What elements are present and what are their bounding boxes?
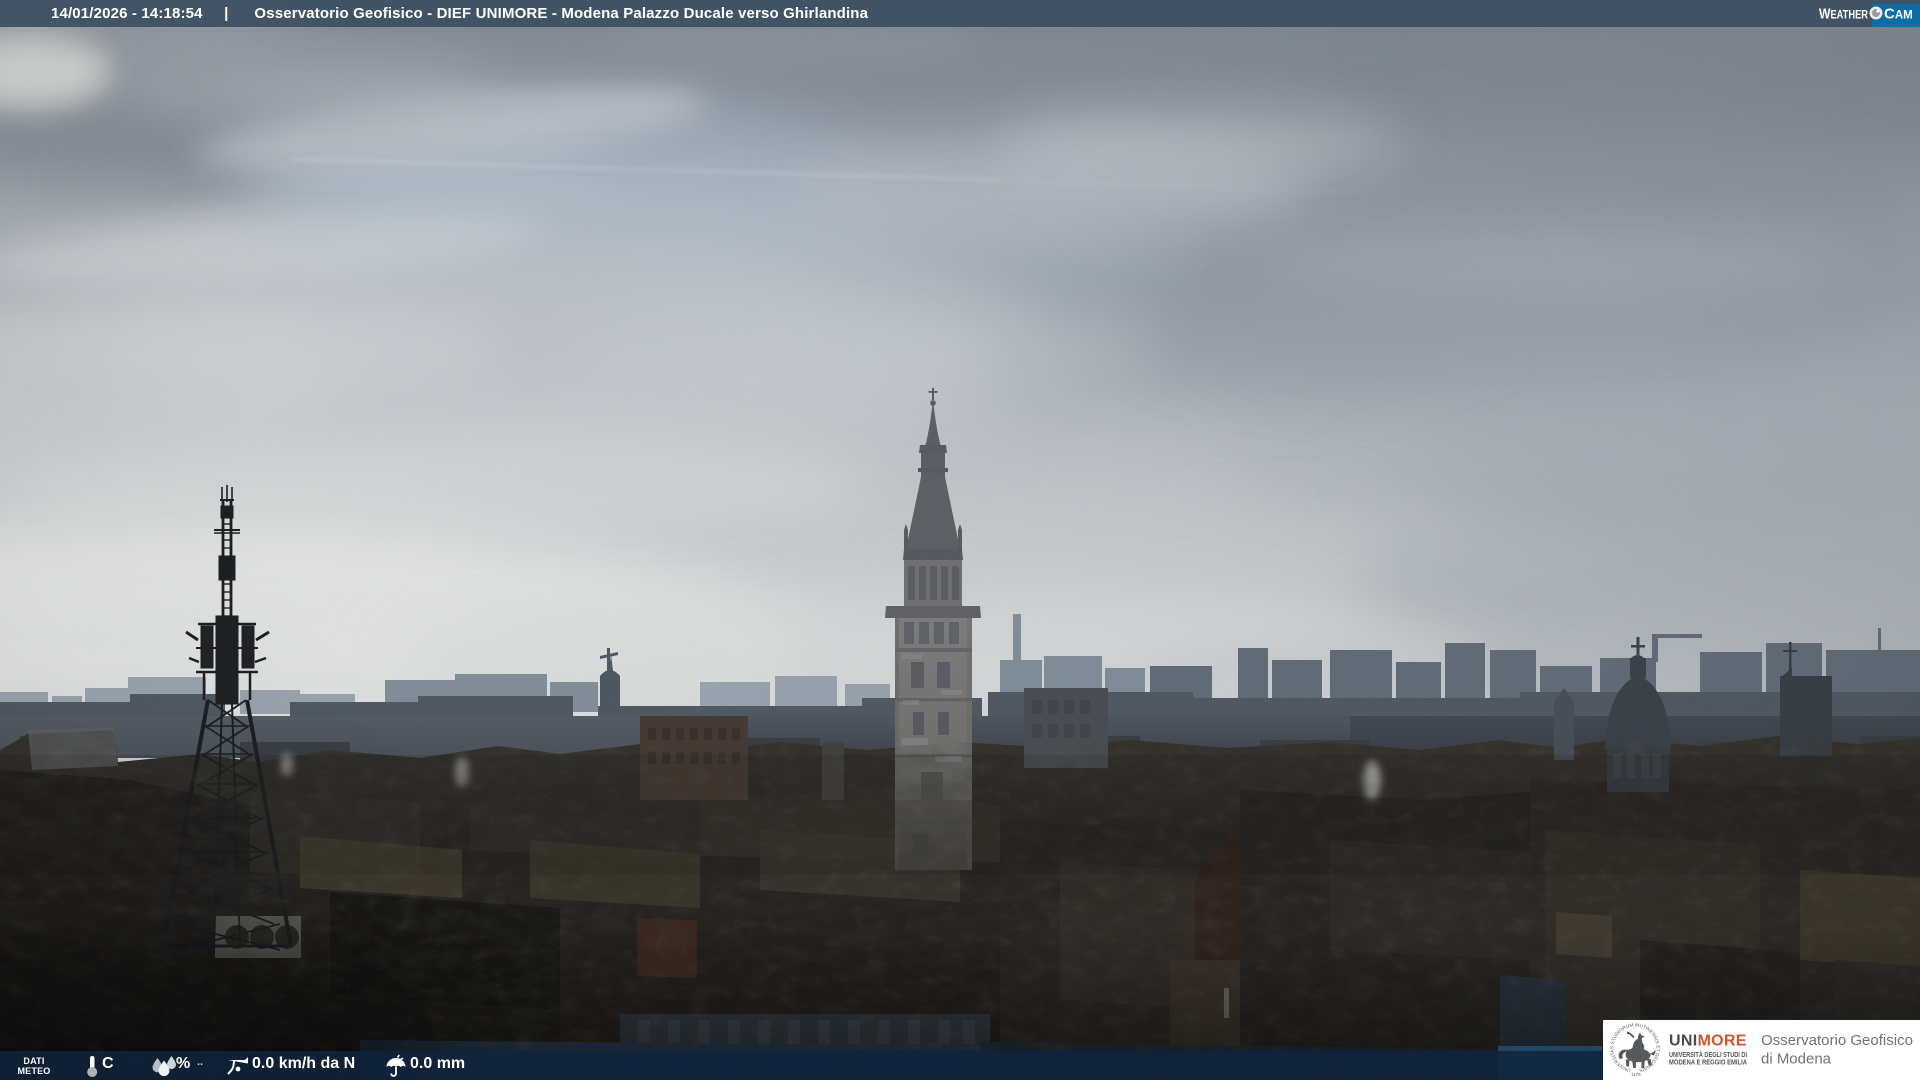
svg-text:di Modena: di Modena [1761, 1051, 1832, 1068]
svg-text:1175: 1175 [1631, 1072, 1641, 1077]
svg-text:UNIMORE: UNIMORE [1669, 1033, 1747, 1050]
svg-text:MODENA E REGGIO EMILIA: MODENA E REGGIO EMILIA [1669, 1058, 1747, 1067]
svg-text:WEATHER: WEATHER [1819, 6, 1869, 23]
svg-text:Osservatorio Geofisico: Osservatorio Geofisico [1761, 1032, 1913, 1049]
